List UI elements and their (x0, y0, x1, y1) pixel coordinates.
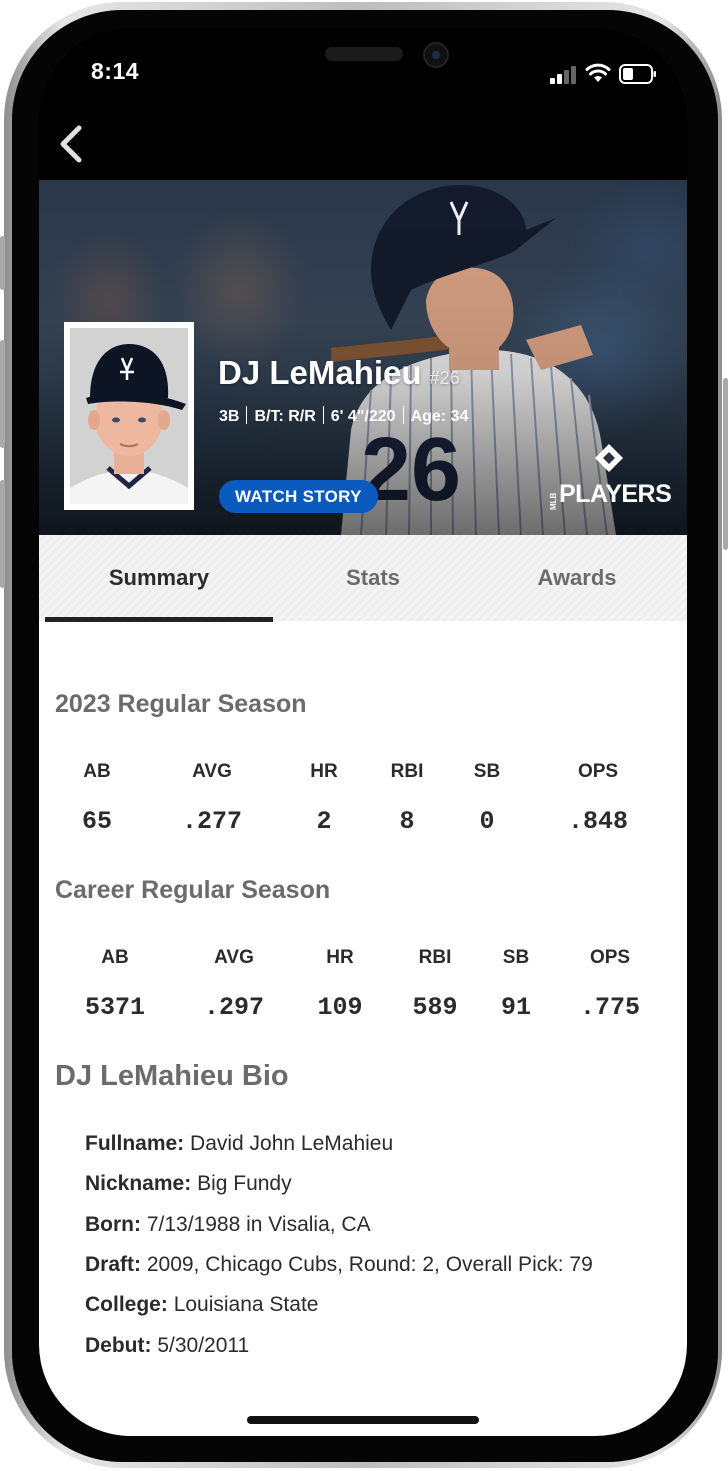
status-time: 8:14 (91, 58, 140, 84)
stat-header: HR (326, 947, 354, 968)
tab-stats[interactable]: Stats (273, 535, 473, 621)
stat-header: HR (310, 761, 338, 782)
stat-value: 65 (81, 807, 113, 836)
stat-value: 0 (479, 807, 495, 836)
player-jersey-number: #26 (429, 368, 460, 388)
stat-value: 109 (317, 993, 363, 1022)
side-button (723, 378, 728, 550)
stat-header: OPS (577, 761, 619, 782)
stat-header: AB (83, 761, 111, 782)
stat-header: AVG (214, 947, 254, 968)
wifi-icon (585, 63, 611, 82)
stat-header: AVG (192, 761, 232, 782)
screen: 8:14 26 (39, 28, 687, 1436)
bio-row-born: Born: 7/13/1988 in Visalia, CA (85, 1213, 371, 1236)
content-area: Summary Stats Awards 2023 Regular Season… (39, 535, 687, 1436)
player-height-weight: 6' 4"/220 (330, 408, 396, 425)
tab-summary[interactable]: Summary (45, 535, 273, 621)
stat-value: .848 (567, 807, 629, 836)
stat-header: RBI (390, 761, 424, 782)
player-age: Age: 34 (410, 408, 469, 425)
player-meta: 3B B/T: R/R 6' 4"/220 Age: 34 (219, 406, 468, 426)
stat-value: 589 (412, 993, 458, 1022)
signal-icon (550, 66, 576, 84)
mlb-players-logo: MLB PLAYERS (545, 442, 672, 510)
stat-value: 91 (500, 993, 532, 1022)
side-button (0, 340, 5, 448)
front-camera (423, 42, 449, 68)
bio-title: DJ LeMahieu Bio (55, 1060, 289, 1092)
watch-story-button[interactable]: WATCH STORY (219, 480, 378, 513)
headshot-portrait (70, 328, 188, 504)
home-indicator[interactable] (247, 1416, 479, 1424)
bio-row-fullname: Fullname: David John LeMahieu (85, 1132, 394, 1155)
side-button (0, 236, 5, 290)
stat-value: 2 (316, 807, 332, 836)
stat-value: .297 (203, 993, 265, 1022)
stat-value: .775 (579, 993, 641, 1022)
stat-value: 5371 (84, 993, 146, 1022)
season-stats-title: 2023 Regular Season (55, 690, 307, 718)
side-button (0, 480, 5, 588)
speaker-grille (325, 47, 403, 61)
back-arrow-icon[interactable] (55, 124, 85, 164)
stat-header: RBI (418, 947, 452, 968)
battery-icon (619, 64, 656, 84)
stat-header: SB (473, 761, 501, 782)
bio-row-draft: Draft: 2009, Chicago Cubs, Round: 2, Ove… (85, 1253, 593, 1276)
bio-row-debut: Debut: 5/30/2011 (85, 1334, 250, 1357)
stat-header: OPS (589, 947, 631, 968)
player-bats-throws: B/T: R/R (254, 408, 316, 425)
active-tab-underline (45, 617, 273, 622)
career-stats-title: Career Regular Season (55, 876, 331, 904)
player-headshot (64, 322, 194, 510)
tab-bar: Summary Stats Awards (39, 535, 687, 622)
player-hero-banner: 26 (39, 180, 687, 535)
stat-header: SB (502, 947, 530, 968)
stat-value: 8 (399, 807, 415, 836)
stat-value: .277 (181, 807, 243, 836)
tab-awards[interactable]: Awards (473, 535, 681, 621)
stat-header: AB (101, 947, 129, 968)
player-name: DJ LeMahieu #26 (218, 354, 460, 391)
bio-row-college: College: Louisiana State (85, 1293, 319, 1316)
player-position: 3B (219, 408, 240, 425)
bio-row-nickname: Nickname: Big Fundy (85, 1172, 292, 1195)
mlbp-diamond-icon (595, 444, 623, 472)
